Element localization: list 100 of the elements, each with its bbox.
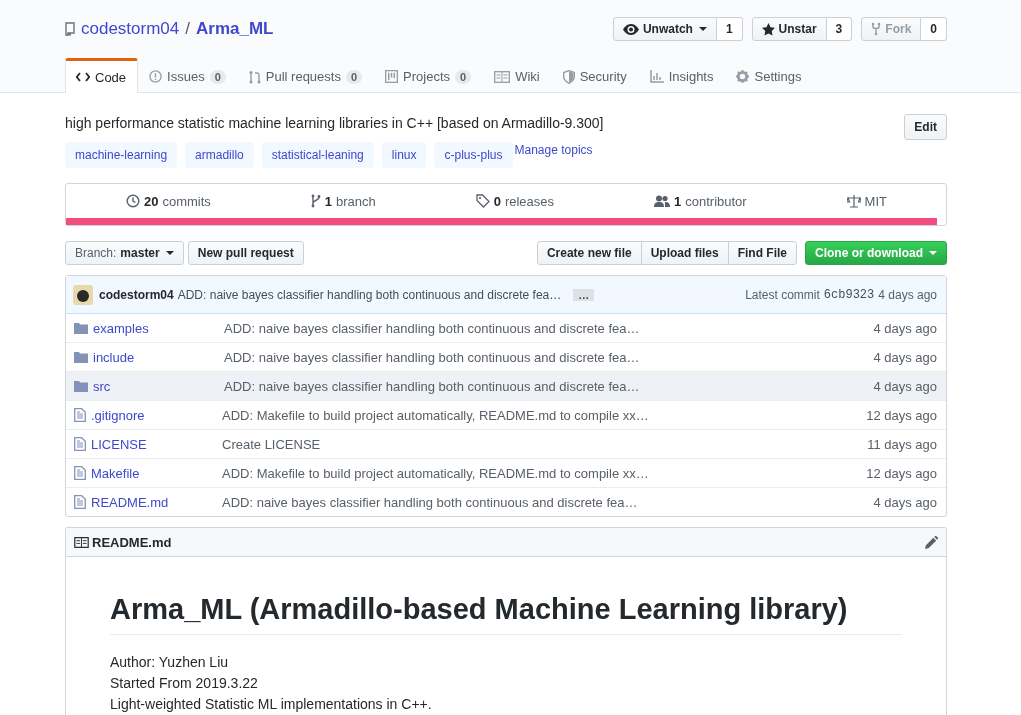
folder-icon	[74, 380, 88, 392]
commit-message-link[interactable]: ADD: naive bayes classifier handling both continuous and discrete fea…	[222, 494, 874, 510]
file-name-link[interactable]: include	[93, 349, 224, 365]
repo-tab[interactable]: Insights	[638, 58, 726, 92]
book-icon	[494, 70, 511, 83]
folder-icon	[74, 351, 88, 363]
watch-button[interactable]: Unwatch	[612, 17, 717, 41]
file-name-link[interactable]: Makefile	[91, 465, 222, 481]
new-pull-request-button[interactable]: New pull request	[187, 241, 304, 265]
people-icon	[654, 194, 670, 208]
caret-icon	[698, 27, 707, 31]
pull-request-icon	[248, 69, 261, 84]
file-icon	[74, 437, 86, 451]
tab-counter: 0	[345, 69, 363, 84]
project-board-icon	[385, 70, 399, 83]
expand-message-button[interactable]: …	[573, 288, 595, 301]
commit-message-link[interactable]: ADD: Makefile to build project automatically, README.md to compile xx…	[222, 465, 867, 481]
file-row[interactable]: Makefile ADD: Makefile to build project automatically, README.md to compile xx… 12 days ago	[66, 458, 946, 487]
file-name-link[interactable]: .gitignore	[91, 407, 222, 423]
repo-tab[interactable]: Settings	[725, 58, 814, 92]
commit-message-link[interactable]: Create LICENSE	[222, 436, 868, 452]
summary-link[interactable]: 1 branch	[310, 193, 376, 209]
repo-tab[interactable]: Wiki	[483, 58, 552, 92]
eye-icon	[622, 23, 639, 35]
topic-tag[interactable]: statistical-leaning	[261, 142, 374, 168]
repo-tab[interactable]: Pull requests 0	[237, 58, 375, 92]
social-count[interactable]: 1	[716, 17, 743, 41]
star-button[interactable]: Unstar	[751, 17, 827, 41]
file-name-link[interactable]: README.md	[91, 494, 222, 510]
edit-button[interactable]: Edit	[904, 114, 947, 140]
repo-tab[interactable]: Issues 0	[138, 58, 238, 92]
file-row[interactable]: .gitignore ADD: Makefile to build project automatically, README.md to compile xx… 12 days ago	[66, 400, 946, 429]
tab-counter: 0	[455, 69, 472, 84]
file-icon	[74, 495, 86, 509]
file-action-button[interactable]: Upload files	[640, 241, 729, 265]
file-action-button[interactable]: Find File	[727, 241, 797, 265]
commit-age: 4 days ago	[873, 494, 937, 510]
file-row[interactable]: examples ADD: naive bayes classifier handling both continuous and discrete fea… 4 days ago	[66, 314, 946, 342]
topic-tag[interactable]: c-plus-plus	[434, 142, 513, 168]
law-scale-icon	[846, 194, 861, 208]
topic-tag[interactable]: armadillo	[185, 142, 254, 168]
commit-age: 12 days ago	[866, 407, 937, 423]
commit-author-link[interactable]: codestorm04	[99, 287, 174, 302]
repo-tab[interactable]: Projects 0	[374, 58, 484, 92]
topic-tag[interactable]: linux	[381, 142, 427, 168]
summary-link[interactable]: 1 contributor	[654, 193, 747, 209]
issue-icon	[149, 70, 163, 83]
owner-link[interactable]: codestorm04	[81, 19, 180, 39]
readme-heading: Arma_ML (Armadillo-based Machine Learning library)	[110, 593, 902, 635]
summary-link[interactable]: MIT	[846, 193, 887, 209]
commit-message-link[interactable]: ADD: naive bayes classifier handling both continuous and discrete fea…	[224, 378, 874, 394]
file-icon	[74, 408, 86, 422]
manage-topics-link[interactable]: Manage topics	[514, 143, 593, 157]
summary-link[interactable]: 20 commits	[125, 193, 211, 209]
file-row[interactable]: LICENSE Create LICENSE 11 days ago	[66, 429, 946, 458]
commit-age: 11 days ago	[867, 436, 937, 452]
pencil-icon[interactable]	[925, 535, 938, 549]
avatar-icon	[73, 284, 93, 305]
commit-age: 12 days ago	[866, 465, 937, 481]
shield-icon	[562, 69, 575, 84]
commit-age: 4 days ago	[873, 320, 937, 336]
commit-age: 4 days ago	[873, 378, 937, 394]
readme-filename: README.md	[92, 534, 172, 550]
path-separator: /	[185, 19, 190, 39]
commit-age: 4 days ago	[878, 287, 937, 302]
file-name-link[interactable]: examples	[93, 320, 224, 336]
repo-tab[interactable]: Code	[65, 58, 139, 93]
history-icon	[125, 194, 140, 208]
branch-select-button[interactable]: Branch: master	[65, 241, 184, 265]
readme-line: Started From 2019.3.22	[110, 674, 259, 693]
commit-message-link[interactable]: ADD: naive bayes classifier handling both continuous and discrete fea…	[177, 287, 562, 302]
settings-icon	[736, 70, 750, 83]
commit-age: 4 days ago	[873, 349, 937, 365]
star-icon	[761, 22, 775, 36]
latest-commit-label: Latest commit	[745, 287, 820, 302]
commit-message-link[interactable]: ADD: Makefile to build project automatically, README.md to compile xx…	[222, 407, 867, 423]
file-row[interactable]: README.md ADD: naive bayes classifier handling both continuous and discrete fea… 4 days ago	[66, 487, 946, 516]
commit-message-link[interactable]: ADD: naive bayes classifier handling both continuous and discrete fea…	[224, 320, 874, 336]
readme-line: Light-weighted Statistic ML implementations in C++.	[110, 695, 433, 714]
commit-message-link[interactable]: ADD: naive bayes classifier handling both continuous and discrete fea…	[224, 349, 874, 365]
commit-sha-link[interactable]: 6cb9323	[823, 287, 875, 302]
topic-tag[interactable]: machine-learning	[65, 142, 178, 168]
readme-line: Author: Yuzhen Liu	[110, 653, 230, 672]
code-icon	[76, 72, 90, 82]
fork-icon	[871, 22, 882, 36]
tab-counter: 0	[209, 69, 226, 84]
branch-icon	[310, 194, 321, 208]
file-action-button[interactable]: Create new file	[536, 241, 642, 265]
repo-tab[interactable]: Security	[551, 58, 639, 92]
repo-description: high performance statistic machine learning libraries in C++ [based on Armadillo-9.300]	[65, 115, 604, 131]
summary-link[interactable]: 0 releases	[475, 193, 555, 209]
tag-icon	[475, 194, 490, 208]
repo-icon	[65, 22, 75, 36]
file-icon	[74, 466, 86, 480]
file-row[interactable]: src ADD: naive bayes classifier handling both continuous and discrete fea… 4 days ago	[66, 371, 946, 400]
file-name-link[interactable]: src	[93, 378, 224, 394]
file-name-link[interactable]: LICENSE	[91, 436, 222, 452]
social-count[interactable]: 3	[826, 17, 853, 41]
repo-name-link[interactable]: Arma_ML	[196, 19, 274, 39]
folder-icon	[74, 322, 88, 334]
